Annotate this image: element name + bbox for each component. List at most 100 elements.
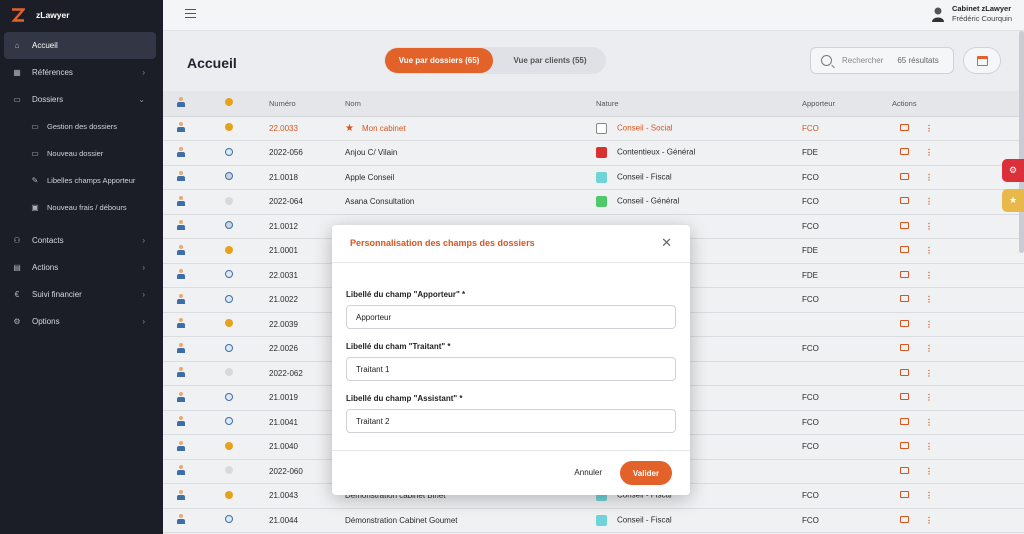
apporteur-cell: FDE [802, 140, 892, 166]
more-vertical-icon[interactable]: ⋮ [925, 148, 933, 157]
col-apporteur[interactable]: Apporteur [802, 91, 892, 117]
sidebar-item-contacts[interactable]: ⚇ Contacts › [0, 227, 163, 254]
menu-icon[interactable] [185, 9, 196, 18]
col-nature[interactable]: Nature [596, 91, 802, 117]
numero-cell[interactable]: 22.0033 [269, 116, 345, 141]
user-menu[interactable]: Cabinet zLawyer Frédéric Courquin [931, 4, 1012, 24]
numero-cell[interactable]: 2022-056 [269, 140, 345, 166]
status-cell [225, 312, 269, 337]
nom-text: Mon cabinet [361, 123, 406, 133]
apporteur-field[interactable] [346, 305, 676, 329]
tab-vue-dossiers[interactable]: Vue par dossiers (65) [385, 48, 493, 73]
open-folder-icon[interactable] [900, 148, 909, 156]
open-folder-icon[interactable] [900, 442, 909, 450]
brand[interactable]: zLawyer [0, 0, 163, 30]
validate-button[interactable]: Valider [620, 461, 672, 485]
more-vertical-icon[interactable]: ⋮ [925, 271, 933, 280]
open-folder-icon[interactable] [900, 270, 909, 278]
nature-color-swatch [596, 196, 607, 208]
open-folder-icon[interactable] [900, 393, 909, 401]
clock-status-icon [225, 515, 233, 524]
nom-cell[interactable]: Démonstration Cabinet Goumet [345, 508, 596, 533]
sidebar-item-dossiers[interactable]: ▭ Dossiers ⌄ [0, 86, 163, 113]
sidebar-item-accueil[interactable]: ⌂ Accueil [4, 32, 156, 59]
open-folder-icon[interactable] [900, 172, 909, 180]
assistant-field[interactable] [346, 409, 676, 433]
open-folder-icon[interactable] [900, 197, 909, 205]
more-vertical-icon[interactable]: ⋮ [925, 418, 933, 427]
more-vertical-icon[interactable]: ⋮ [925, 222, 933, 231]
more-vertical-icon[interactable]: ⋮ [925, 197, 933, 206]
more-vertical-icon[interactable]: ⋮ [925, 442, 933, 451]
apporteur-cell: FCO [802, 214, 892, 239]
nom-cell[interactable]: ★ Mon cabinet [345, 116, 596, 141]
open-folder-icon[interactable] [900, 466, 909, 474]
sidebar-subitem-nouveau-dossier[interactable]: ▭ Nouveau dossier [0, 140, 163, 167]
open-folder-icon[interactable] [900, 344, 909, 352]
open-folder-icon[interactable] [900, 417, 909, 425]
gear-icon: ⚙ [13, 317, 21, 326]
table-row[interactable]: 21.0044 Démonstration Cabinet Goumet Conse… [163, 508, 1024, 533]
owner-cell [163, 165, 225, 190]
scrollbar[interactable] [1019, 31, 1024, 253]
table-row[interactable]: 2022-056 Anjou C/ Vilain Contentieux - Gén… [163, 140, 1024, 166]
folder-icon: ▭ [13, 95, 21, 104]
search-input[interactable]: Rechercher 65 résultats [810, 47, 954, 74]
actions-cell: ⋮ [892, 361, 1024, 386]
numero-cell[interactable]: 21.0044 [269, 508, 345, 533]
traitant-field[interactable] [346, 357, 676, 381]
more-vertical-icon[interactable]: ⋮ [925, 173, 933, 182]
col-numero[interactable]: Numéro [269, 91, 345, 117]
more-vertical-icon[interactable]: ⋮ [925, 516, 933, 525]
tab-vue-clients[interactable]: Vue par clients (55) [496, 48, 604, 73]
nom-cell[interactable]: Asana Consultation [345, 189, 596, 215]
more-vertical-icon[interactable]: ⋮ [925, 369, 933, 378]
open-folder-icon[interactable] [900, 491, 909, 499]
calendar-button[interactable] [963, 47, 1001, 74]
cancel-button[interactable]: Annuler [574, 468, 602, 477]
more-vertical-icon[interactable]: ⋮ [925, 246, 933, 255]
col-nom[interactable]: Nom [345, 91, 596, 117]
apporteur-cell: FCO [802, 165, 892, 190]
sidebar-item-options[interactable]: ⚙ Options › [0, 308, 163, 335]
more-vertical-icon[interactable]: ⋮ [925, 124, 933, 133]
status-cell [225, 336, 269, 362]
more-vertical-icon[interactable]: ⋮ [925, 320, 933, 329]
favorites-side-button[interactable]: ★ [1002, 189, 1024, 212]
close-icon[interactable]: ✕ [661, 236, 672, 249]
sidebar-item-suivi-financier[interactable]: € Suivi financier › [0, 281, 163, 308]
nom-cell[interactable]: Anjou C/ Vilain [345, 140, 596, 166]
nom-cell[interactable]: Apple Conseil [345, 165, 596, 190]
sidebar-subitem-gestion[interactable]: ▭ Gestion des dossiers [0, 113, 163, 140]
numero-cell[interactable]: 2022-064 [269, 189, 345, 215]
open-folder-icon[interactable] [900, 221, 909, 229]
table-row[interactable]: 21.0018 Apple Conseil Conseil - Fiscal FCO ⋮ [163, 165, 1024, 190]
open-folder-icon[interactable] [900, 515, 909, 523]
settings-side-button[interactable]: ⚙ [1002, 159, 1024, 182]
open-folder-icon[interactable] [900, 295, 909, 303]
table-row[interactable]: 2022-064 Asana Consultation Conseil - Géné… [163, 189, 1024, 215]
more-vertical-icon[interactable]: ⋮ [925, 467, 933, 476]
open-folder-icon[interactable] [900, 319, 909, 327]
open-folder-icon[interactable] [900, 123, 909, 131]
euro-status-icon [225, 441, 233, 450]
open-folder-icon[interactable] [900, 368, 909, 376]
nom-text: Anjou C/ Vilain [345, 148, 398, 158]
sidebar-subitem-libelles[interactable]: ✎ Libelles champs Apporteur [0, 167, 163, 194]
open-folder-icon[interactable] [900, 246, 909, 254]
sidebar-item-references[interactable]: ▦ Références › [0, 59, 163, 86]
more-vertical-icon[interactable]: ⋮ [925, 393, 933, 402]
table-row[interactable]: 22.0033 ★ Mon cabinet Conseil - Social FCO ⋮ [163, 116, 1024, 141]
apporteur-cell [802, 361, 892, 386]
dialog-body: Libellé du champ "Apporteur" * Libellé d… [332, 263, 690, 433]
customize-fields-dialog: Personnalisation des champs des dossiers… [332, 225, 690, 495]
owner-cell [163, 385, 225, 411]
more-vertical-icon[interactable]: ⋮ [925, 344, 933, 353]
more-vertical-icon[interactable]: ⋮ [925, 491, 933, 500]
sidebar-item-actions[interactable]: ▤ Actions › [0, 254, 163, 281]
numero-cell[interactable]: 21.0018 [269, 165, 345, 190]
sidebar-subitem-frais[interactable]: ▣ Nouveau frais / débours [0, 194, 163, 221]
actions-cell: ⋮ [892, 434, 1024, 460]
person-icon [177, 293, 185, 304]
more-vertical-icon[interactable]: ⋮ [925, 295, 933, 304]
